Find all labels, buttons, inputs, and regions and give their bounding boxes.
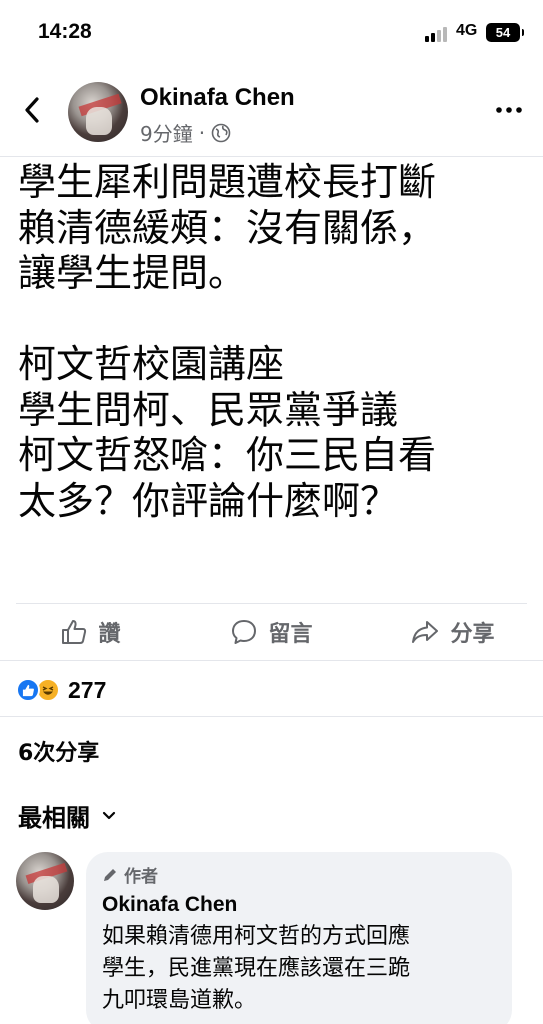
like-label: 讚 <box>98 622 121 647</box>
battery-icon: 54 <box>486 23 524 42</box>
back-button[interactable] <box>16 90 48 130</box>
actions-divider <box>0 660 543 661</box>
header-divider <box>0 156 543 157</box>
signal-icon <box>425 26 451 42</box>
comment-text: 如果賴清德用柯文哲的方式回應 學生，民進黨現在應該還在三跪 九叩環島道歉。 <box>102 924 411 1013</box>
comment-sort-dropdown[interactable]: 最相關 <box>18 798 116 833</box>
thumbs-up-icon <box>62 620 87 644</box>
pencil-icon <box>104 868 116 881</box>
meta-separator: · <box>198 120 206 145</box>
battery-level: 54 <box>495 25 511 40</box>
share-arrow-icon <box>412 621 439 643</box>
status-time: 14:28 <box>38 20 92 43</box>
like-reaction-icon <box>16 678 40 702</box>
chevron-down-icon <box>102 811 116 819</box>
comment-button[interactable]: 留言 <box>181 604 362 660</box>
more-options-button[interactable] <box>494 100 524 120</box>
network-type: 4G <box>456 22 478 39</box>
action-bar: 讚 留言 分享 <box>0 604 543 660</box>
post-meta: 9分鐘 · <box>140 118 231 147</box>
reactions-summary[interactable]: 277 <box>16 672 106 708</box>
comment-bubble-icon <box>232 620 257 644</box>
share-label: 分享 <box>450 622 495 647</box>
share-button[interactable]: 分享 <box>362 604 543 660</box>
like-button[interactable]: 讚 <box>0 604 181 660</box>
commenter-name[interactable]: Okinafa Chen <box>102 893 496 917</box>
share-count[interactable]: 6次分享 <box>18 735 99 767</box>
globe-icon <box>211 123 231 142</box>
chevron-left-icon <box>25 97 39 123</box>
reaction-count: 277 <box>68 676 107 703</box>
comment-label: 留言 <box>268 622 313 647</box>
more-dots-icon <box>496 107 522 113</box>
comment-bubble[interactable]: 作者 Okinafa Chen 如果賴清德用柯文哲的方式回應 學生，民進黨現在應… <box>86 852 512 1024</box>
post-author-name[interactable]: Okinafa Chen <box>140 84 295 112</box>
commenter-avatar[interactable] <box>16 852 74 910</box>
author-avatar[interactable] <box>68 82 128 142</box>
post-time[interactable]: 9分鐘 <box>140 118 193 147</box>
reactions-divider <box>0 716 543 717</box>
post-text: 學生犀利問題遭校長打斷 賴清德緩頰：沒有關係， 讓學生提問。 柯文哲校園講座 學… <box>18 160 437 523</box>
author-badge: 作者 <box>102 862 496 887</box>
author-badge-label: 作者 <box>124 867 158 887</box>
status-bar: 14:28 4G 54 <box>0 0 543 64</box>
sort-label: 最相關 <box>18 804 90 832</box>
